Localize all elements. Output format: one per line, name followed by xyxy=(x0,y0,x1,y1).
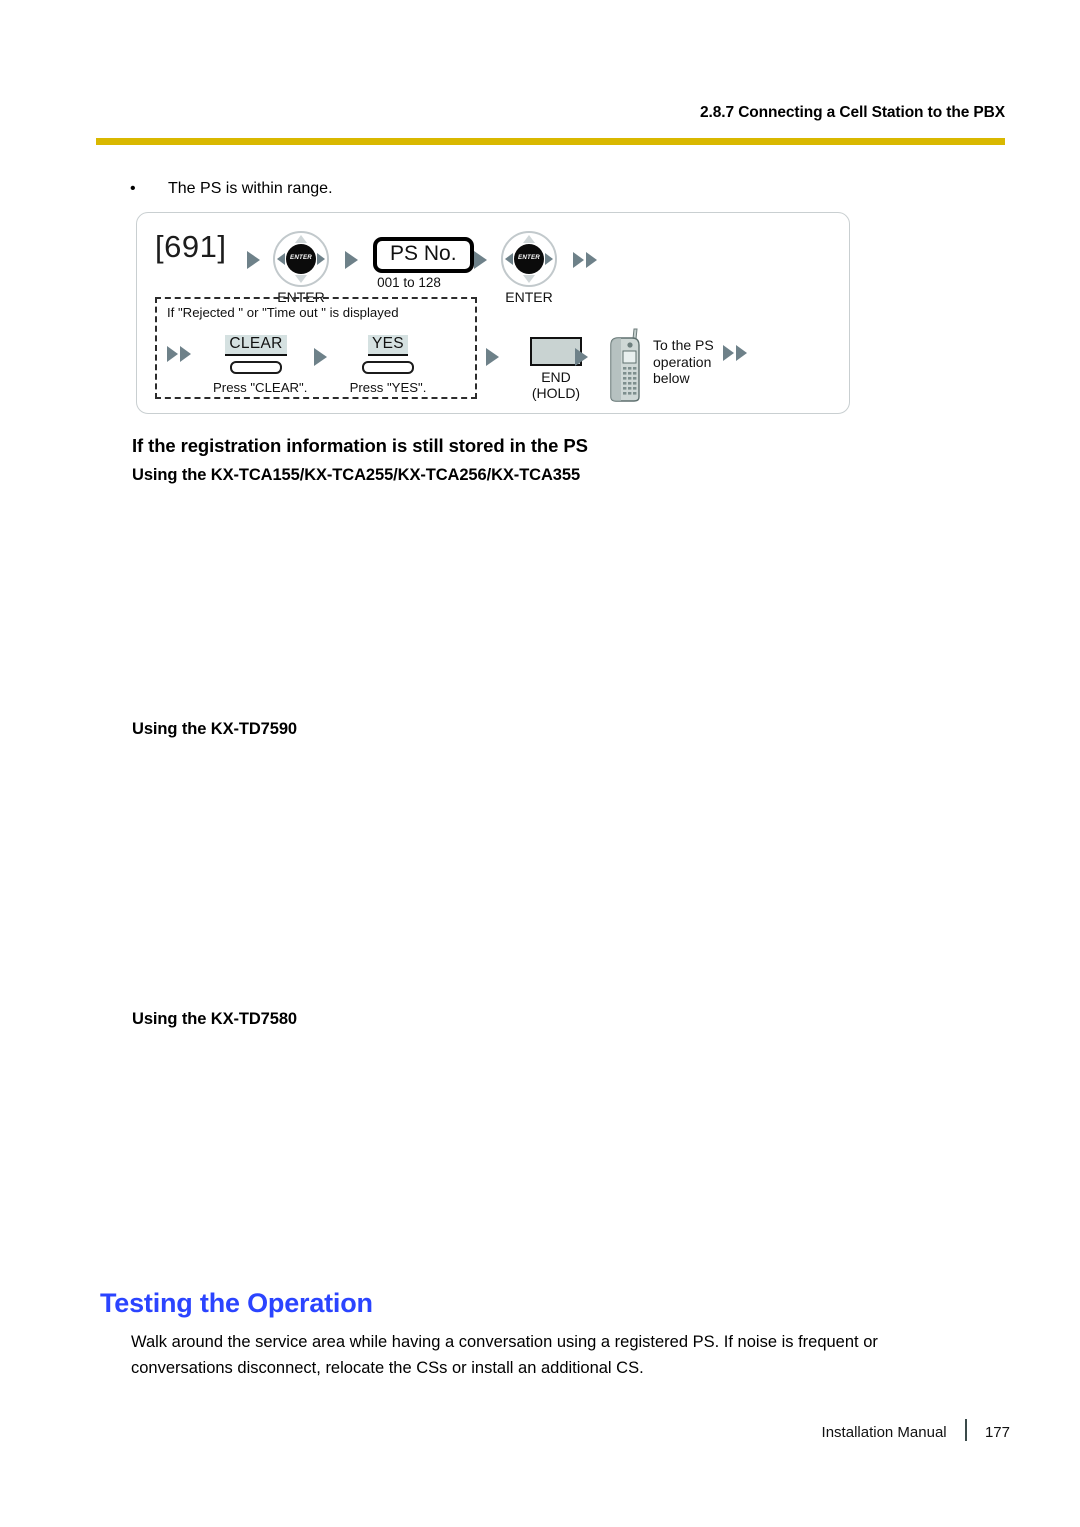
header-yellow-rule xyxy=(96,138,1005,145)
heading-using-td7590: Using the KX-TD7590 xyxy=(132,720,297,738)
nav-right-arrow-icon xyxy=(317,253,325,265)
flow-double-arrow-icon xyxy=(573,252,597,273)
page-header-title: 2.8.7 Connecting a Cell Station to the P… xyxy=(700,104,1005,121)
handset-note-line-1: To the PS xyxy=(653,337,714,353)
end-label-line2: (HOLD) xyxy=(531,384,581,401)
clear-softkey[interactable]: CLEAR Press "CLEAR". xyxy=(213,335,308,395)
nav-left-arrow-icon xyxy=(277,253,285,265)
flow-arrow-icon xyxy=(575,348,588,371)
flow-arrow-icon xyxy=(345,251,358,274)
flow-double-arrow-icon xyxy=(723,345,747,366)
page-footer: Installation Manual 177 xyxy=(0,1419,1010,1441)
section-heading-testing-the-operation: Testing the Operation xyxy=(100,1288,373,1318)
flow-arrow-icon xyxy=(486,348,499,371)
flow-diagram-panel: [691] ENTER ENTER PS No. 001 to 128 ENTE… xyxy=(136,212,850,414)
enter-navigation-key-2[interactable]: ENTER xyxy=(501,231,557,287)
enter-hub-button[interactable]: ENTER xyxy=(286,244,316,274)
handset-note-line-3: below xyxy=(653,370,690,387)
testing-section-paragraph: Walk around the service area while havin… xyxy=(131,1333,878,1377)
heading-using-td7580: Using the KX-TD7580 xyxy=(132,1010,297,1028)
handset-note-line-2: operation xyxy=(653,353,712,370)
flow-arrow-icon xyxy=(247,251,260,274)
footer-separator xyxy=(964,1419,967,1441)
handset-note: To the PS operation below xyxy=(653,337,714,387)
clear-softkey-label: CLEAR xyxy=(225,335,287,356)
bullet-text: The PS is within range. xyxy=(168,180,333,197)
clear-softkey-button-icon[interactable] xyxy=(230,361,282,374)
yes-softkey[interactable]: YES Press "YES". xyxy=(345,335,431,395)
enter-hub-label: ENTER xyxy=(290,254,312,261)
footer-page-number: 177 xyxy=(984,1424,1010,1441)
nav-down-arrow-icon xyxy=(523,275,535,283)
footer-manual-name: Installation Manual xyxy=(821,1424,947,1441)
flow-arrow-icon xyxy=(474,251,487,274)
conditional-text: If "Rejected " or "Time out " is display… xyxy=(167,305,399,320)
enter-navigation-key-1[interactable]: ENTER xyxy=(273,231,329,287)
heading-using-tca-models: Using the KX-TCA155/KX-TCA255/KX-TCA256/… xyxy=(132,466,581,484)
feature-code-label: [691] xyxy=(155,229,227,264)
cordless-handset-icon xyxy=(601,325,647,408)
end-hold-key-caption: END (HOLD) xyxy=(511,369,601,401)
ps-number-display: PS No. xyxy=(373,237,474,274)
flow-double-arrow-icon xyxy=(167,346,191,367)
nav-up-arrow-icon xyxy=(295,235,307,243)
yes-softkey-button-icon[interactable] xyxy=(362,361,414,374)
nav-right-arrow-icon xyxy=(545,253,553,265)
end-label-line1: END xyxy=(541,369,571,385)
enter-hub-label: ENTER xyxy=(518,254,540,261)
flow-arrow-icon xyxy=(314,348,327,371)
enter-key-2-caption: ENTER xyxy=(505,289,553,305)
yes-softkey-label: YES xyxy=(368,335,408,356)
enter-hub-button[interactable]: ENTER xyxy=(514,244,544,274)
nav-up-arrow-icon xyxy=(523,235,535,243)
yes-softkey-caption: Press "YES". xyxy=(349,380,427,395)
heading-registration-stored: If the registration information is still… xyxy=(132,435,588,456)
ps-number-range-label: 001 to 128 xyxy=(377,275,441,290)
clear-softkey-caption: Press "CLEAR". xyxy=(213,380,308,395)
nav-left-arrow-icon xyxy=(505,253,513,265)
bullet-marker: • xyxy=(130,180,136,197)
nav-down-arrow-icon xyxy=(295,275,307,283)
